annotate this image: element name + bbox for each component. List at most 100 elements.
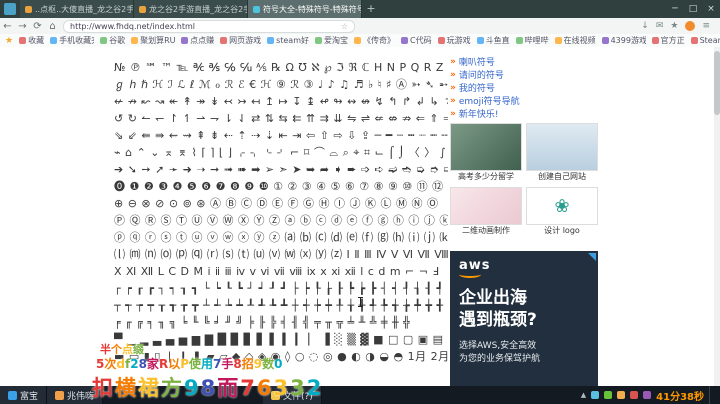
bookmark-favicon bbox=[515, 37, 523, 44]
system-tray: ▲ 41分38秒 bbox=[581, 386, 720, 404]
bookmark-item[interactable]: steam好 bbox=[267, 35, 309, 46]
sidebar-link-label: 我的符号 bbox=[458, 84, 495, 94]
new-tab-button[interactable]: + bbox=[362, 0, 380, 18]
bookmark-item[interactable]: 网页游戏 bbox=[220, 35, 261, 46]
page-sidebar: » 喇叭符号 » 请问的符号 » 我的符号 » emoji符号导航 » 新年快乐! 高考多… bbox=[450, 55, 598, 386]
card-thumbnail bbox=[450, 123, 522, 171]
scrollbar-thumb[interactable] bbox=[714, 51, 720, 115]
bookmark-star-icon[interactable]: ☆ bbox=[341, 22, 348, 31]
sidebar-link[interactable]: » 新年快乐! bbox=[450, 107, 598, 121]
card-design-logo[interactable]: ❀ 设计 logo bbox=[526, 187, 598, 237]
sidebar-link[interactable]: » 喇叭符号 bbox=[450, 55, 598, 69]
bookmark-label: 斗鱼直 bbox=[485, 36, 510, 45]
bookmark-item[interactable]: 斗鱼直 bbox=[476, 35, 510, 46]
bookmark-label: 网页游戏 bbox=[229, 36, 262, 45]
close-button[interactable]: × bbox=[702, 0, 720, 18]
symbol-row: № ℗ ℠ ™ ℡ ℀ ℁ ℅ ℆ ⅍ ℞ Ω ℧ ℵ ℘ ℑ ℜ ℂ H N … bbox=[114, 61, 448, 74]
lotus-icon: ❀ bbox=[554, 195, 570, 217]
bookmark-favicon bbox=[100, 37, 108, 44]
bullet-icon: » bbox=[450, 69, 456, 80]
symbol-row: ℊ ℎ ℏ ℋ ℐ ℒ ℓ ℳ ℴ ℛ ℰ € ℋ ⑨ ℛ ③ ♩ ♪ ♫ ♬ … bbox=[114, 78, 448, 91]
recording-timer: 41分38秒 bbox=[656, 391, 704, 403]
card-study-abroad[interactable]: 高考多少分留学 bbox=[450, 123, 522, 183]
bookmark-favicon bbox=[476, 37, 484, 44]
bookmark-item[interactable]: 收藏 bbox=[19, 35, 44, 46]
tab-1[interactable]: ..点枢..大傻直播_龙之谷2手游 bbox=[20, 0, 134, 18]
favorites-icon[interactable]: ★ bbox=[670, 21, 678, 31]
bookmark-item[interactable]: Steam bbox=[690, 35, 720, 46]
desktop-screen: ..点枢..大傻直播_龙之谷2手游 龙之谷2手游直播_龙之谷2手游.. 符号大全… bbox=[0, 0, 720, 404]
favorites-star-icon[interactable]: ★ bbox=[5, 36, 13, 46]
sidebar-link[interactable]: » 请问的符号 bbox=[450, 68, 598, 82]
address-bar[interactable]: http://www.fhdq.net/index.html ☆ bbox=[63, 19, 355, 33]
minimize-button[interactable]: ─ bbox=[666, 0, 684, 18]
bookmark-label: 手机收藏夹 bbox=[59, 36, 94, 45]
sidebar-link-label: 喇叭符号 bbox=[458, 58, 495, 68]
tray-chevron-icon[interactable]: ▲ bbox=[581, 391, 586, 399]
bookmark-item[interactable]: 哔哩哔 bbox=[515, 35, 549, 46]
text-cursor bbox=[358, 297, 363, 307]
bookmark-item[interactable]: C代码 bbox=[401, 35, 432, 46]
scrollbar-track[interactable] bbox=[714, 47, 720, 386]
bookmark-favicon bbox=[131, 37, 139, 44]
taskbar-app-1[interactable]: 富宝 bbox=[0, 386, 48, 404]
back-icon[interactable]: ← bbox=[0, 21, 15, 32]
sidebar-link-label: 请问的符号 bbox=[458, 71, 504, 81]
bullet-icon: » bbox=[450, 95, 456, 106]
sidebar-link[interactable]: » emoji符号导航 bbox=[450, 94, 598, 108]
bookmark-item[interactable]: 官方正 bbox=[651, 35, 685, 46]
tray-wechat-icon[interactable] bbox=[604, 391, 613, 399]
bookmarks-bar: ★ 收藏 手机收藏夹 谷歌 聚划算RUST 点点赚 网页游戏 steam好 爱淘… bbox=[0, 34, 720, 48]
card-thumbnail bbox=[526, 123, 598, 171]
forward-icon[interactable]: → bbox=[15, 21, 30, 32]
tray-security-icon[interactable] bbox=[617, 391, 626, 399]
ad-choices-icon[interactable] bbox=[588, 253, 596, 261]
bookmark-favicon bbox=[50, 37, 58, 44]
bookmark-item[interactable]: 爱淘宝 bbox=[315, 35, 348, 46]
tab-label: 符号大全-特殊符号-特殊符号大. bbox=[263, 4, 361, 14]
card-2d-animation[interactable]: 二维动画制作 bbox=[450, 187, 522, 237]
bookmark-item[interactable]: 点点赚 bbox=[181, 35, 214, 46]
card-build-website[interactable]: 创建自己网站 bbox=[526, 123, 598, 183]
bookmark-item[interactable]: 在线视频 bbox=[554, 35, 596, 46]
symbol-table: № ℗ ℠ ™ ℡ ℀ ℁ ℅ ℆ ⅍ ℞ Ω ℧ ℵ ℘ ℑ ℜ ℂ H N … bbox=[114, 59, 448, 365]
symbol-row: ↚ ↛ ↜ ↝ ↞ ↟ ↠ ↡ ↢ ↣ ↤ ↥ ↦ ↧ ↨ ↫ ↬ ↭ ↮ ↯ … bbox=[114, 95, 448, 108]
user-avatar[interactable] bbox=[685, 21, 696, 31]
bookmark-item[interactable]: 谷歌 bbox=[100, 35, 125, 46]
sidebar-link[interactable]: » 我的符号 bbox=[450, 81, 598, 95]
bookmark-item[interactable]: 手机收藏夹 bbox=[50, 35, 94, 46]
symbol-row: Ⅹ Ⅺ Ⅻ Ⅼ Ⅽ Ⅾ Ⅿ ⅰ ⅱ ⅲ ⅳ ⅴ ⅵ ⅶ ⅷ ⅸ ⅹ ⅺ ⅻ ⅼ … bbox=[114, 265, 440, 278]
symbol-row: ⓿ ❶ ❷ ❸ ❹ ❺ ❻ ❼ ❽ ❾ ❿ ① ② ③ ④ ⑤ ⑥ ⑦ ⑧ ⑨ … bbox=[114, 180, 448, 193]
symbol-row: ➔ ➘ ➙ ➚ ➛ ➜ ➝ ➞ ➟ ➠ ➡ ➢ ➣ ➤ ➥ ➦ ➧ ➨ ➩ ➪ … bbox=[114, 163, 448, 176]
symbol-row: ▀ ▁ ▂ ▃ ▄ ▅ ▆ ▇ █ ▉ ▊ ▋ ▌ ▍ ▎ ▏ ▐ ░ ▒ ▓ … bbox=[114, 333, 448, 346]
tray-qq-icon[interactable] bbox=[591, 391, 600, 399]
refresh-icon[interactable]: ⟳ bbox=[30, 21, 45, 32]
bookmark-item[interactable]: 聚划算RUST bbox=[131, 35, 175, 46]
bookmarks-right-group: Steam 营赛公示 小婷王汾 【GoU 肉日曝 创世理 bbox=[690, 35, 720, 46]
maximize-button[interactable]: □ bbox=[684, 0, 702, 18]
ad-headline-line1: 企业出海 bbox=[459, 288, 527, 308]
download-icon[interactable]: ↓ bbox=[641, 21, 649, 31]
bookmark-label: 爱淘宝 bbox=[324, 36, 348, 45]
bookmark-label: 官方正 bbox=[660, 36, 685, 45]
show-desktop-button[interactable] bbox=[709, 386, 714, 404]
tab-2[interactable]: 龙之谷2手游直播_龙之谷2手游.. bbox=[134, 0, 248, 18]
card-thumbnail: ❀ bbox=[526, 187, 598, 225]
tray-download-icon[interactable] bbox=[630, 391, 639, 399]
bookmark-label: 点点赚 bbox=[190, 36, 215, 45]
mail-icon[interactable]: ✉ bbox=[656, 21, 664, 31]
bullet-icon: » bbox=[450, 56, 456, 67]
bookmark-label: 4399游戏 bbox=[610, 36, 646, 45]
tray-audio-icon[interactable] bbox=[643, 391, 652, 399]
tab-3-active[interactable]: 符号大全-特殊符号-特殊符号大. × bbox=[248, 0, 362, 18]
bookmark-item[interactable]: 《传奇》 bbox=[354, 35, 395, 46]
home-icon[interactable]: ⌂ bbox=[45, 21, 60, 32]
bookmark-label: 聚划算RUST bbox=[140, 36, 176, 45]
browser-logo-icon[interactable] bbox=[4, 3, 16, 15]
bookmark-item[interactable]: 玩游戏 bbox=[437, 35, 471, 46]
browser-tab-bar: ..点枢..大傻直播_龙之谷2手游 龙之谷2手游直播_龙之谷2手游.. 符号大全… bbox=[0, 0, 720, 18]
ad-body-line2: 为您的业务保驾护航 bbox=[459, 354, 541, 364]
bookmark-item[interactable]: 4399游戏 bbox=[601, 35, 646, 46]
aws-advertisement[interactable]: aws 企业出海 遇到瓶颈? 选择AWS,安全高效 为您的业务保驾护航 bbox=[450, 251, 598, 386]
menu-icon[interactable]: ≡ bbox=[702, 21, 710, 31]
